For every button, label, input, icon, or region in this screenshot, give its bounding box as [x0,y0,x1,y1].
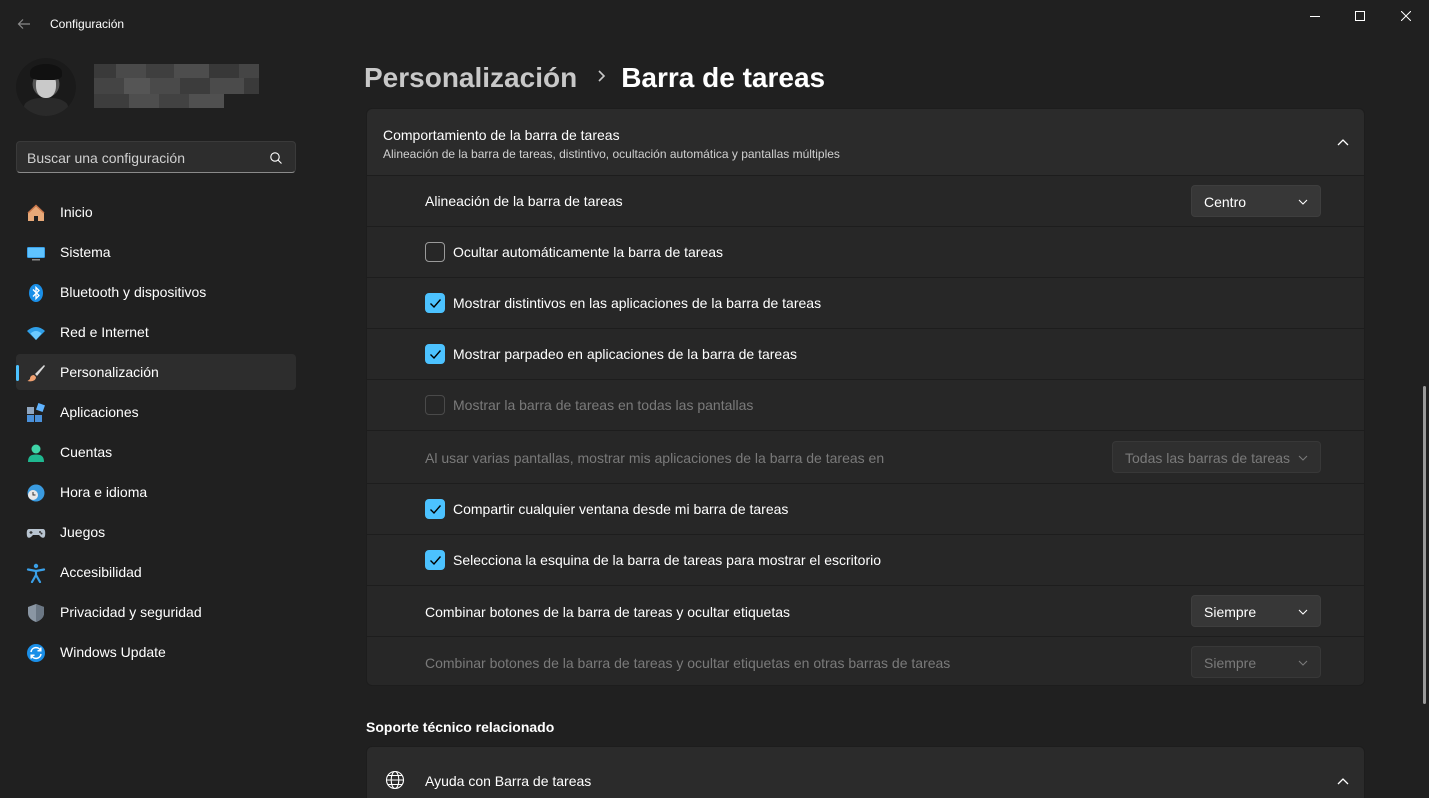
chevron-up-icon[interactable] [1336,135,1350,149]
all-displays-row: Mostrar la barra de tareas en todas las … [367,380,1364,431]
sidebar-nav: Inicio Sistema Bluetooth y dispositivos … [16,194,296,674]
combine-buttons-row: Combinar botones de la barra de tareas y… [367,586,1364,637]
checkmark-icon [430,505,442,515]
related-support-title: Soporte técnico relacionado [366,719,555,735]
show-badges-row: Mostrar distintivos en las aplicaciones … [367,278,1364,329]
checkmark-icon [430,299,442,309]
share-window-row: Compartir cualquier ventana desde mi bar… [367,484,1364,535]
taskbar-behavior-card: Comportamiento de la barra de tareas Ali… [366,108,1365,686]
pixelated-user-name [94,64,259,108]
breadcrumb-parent[interactable]: Personalización [364,62,577,94]
home-icon [26,203,46,223]
search-box[interactable] [16,141,296,173]
chevron-down-icon [1298,660,1308,666]
show-badges-checkbox[interactable] [425,293,445,313]
checkmark-icon [430,350,442,360]
sidebar-item-inicio[interactable]: Inicio [16,194,296,230]
chevron-down-icon [1298,199,1308,205]
sidebar-item-windows-update[interactable]: Windows Update [16,634,296,670]
show-desktop-corner-row: Selecciona la esquina de la barra de tar… [367,535,1364,586]
title-bar: Configuración [0,0,1429,48]
chevron-down-icon [1298,455,1308,461]
combine-buttons-other-dropdown[interactable]: Siempre [1191,646,1321,678]
back-arrow-icon[interactable] [12,12,36,36]
app-title: Configuración [50,17,125,31]
close-icon [1401,11,1411,21]
taskbar-alignment-dropdown[interactable]: Centro [1191,185,1321,217]
card-subtitle: Alineación de la barra de tareas, distin… [383,147,840,161]
close-button[interactable] [1383,0,1429,32]
sidebar-item-bluetooth[interactable]: Bluetooth y dispositivos [16,274,296,310]
combine-buttons-dropdown[interactable]: Siempre [1191,595,1321,627]
combine-buttons-other-row: Combinar botones de la barra de tareas y… [367,637,1364,688]
sidebar-item-juegos[interactable]: Juegos [16,514,296,550]
avatar[interactable] [16,58,76,116]
chevron-right-icon [597,69,607,88]
taskbar-help-card[interactable]: Ayuda con Barra de tareas [366,746,1365,798]
clock-globe-icon [26,483,46,503]
checkmark-icon [430,556,442,566]
shield-icon [26,603,46,623]
multi-display-apps-row: Al usar varias pantallas, mostrar mis ap… [367,431,1364,484]
maximize-icon [1355,11,1365,21]
auto-hide-checkbox[interactable] [425,242,445,262]
account-icon [26,443,46,463]
sidebar-item-red[interactable]: Red e Internet [16,314,296,350]
sidebar-item-accesibilidad[interactable]: Accesibilidad [16,554,296,590]
multi-display-apps-dropdown[interactable]: Todas las barras de tareas [1112,441,1321,473]
sidebar-item-personalizacion[interactable]: Personalización [16,354,296,390]
scrollbar[interactable] [1423,386,1426,704]
page-title: Barra de tareas [621,62,826,93]
minimize-icon [1310,16,1320,17]
update-icon [26,643,46,663]
card-title: Comportamiento de la barra de tareas [383,127,620,143]
sidebar-item-sistema[interactable]: Sistema [16,234,296,270]
all-displays-checkbox[interactable] [425,395,445,415]
chevron-down-icon [1298,609,1308,615]
sidebar-item-hora[interactable]: Hora e idioma [16,474,296,510]
sidebar-item-aplicaciones[interactable]: Aplicaciones [16,394,296,430]
globe-icon [385,770,405,790]
search-input[interactable] [27,149,267,167]
search-icon[interactable] [269,151,283,165]
monitor-icon [26,243,46,263]
taskbar-behavior-header[interactable]: Comportamiento de la barra de tareas Ali… [367,109,1364,176]
sidebar-item-cuentas[interactable]: Cuentas [16,434,296,470]
share-window-checkbox[interactable] [425,499,445,519]
show-desktop-corner-checkbox[interactable] [425,550,445,570]
sidebar-item-privacidad[interactable]: Privacidad y seguridad [16,594,296,630]
chevron-up-icon[interactable] [1336,774,1350,788]
gamepad-icon [26,523,46,543]
minimize-button[interactable] [1292,0,1338,32]
auto-hide-row: Ocultar automáticamente la barra de tare… [367,227,1364,278]
apps-icon [26,403,46,423]
wifi-icon [26,323,46,343]
show-flashing-checkbox[interactable] [425,344,445,364]
accessibility-icon [26,563,46,583]
maximize-button[interactable] [1337,0,1383,32]
taskbar-alignment-row: Alineación de la barra de tareas Centro [367,176,1364,227]
breadcrumb: Personalización Barra de tareas [364,58,825,98]
show-flashing-row: Mostrar parpadeo en aplicaciones de la b… [367,329,1364,380]
bluetooth-icon [26,283,46,303]
brush-icon [26,363,46,383]
